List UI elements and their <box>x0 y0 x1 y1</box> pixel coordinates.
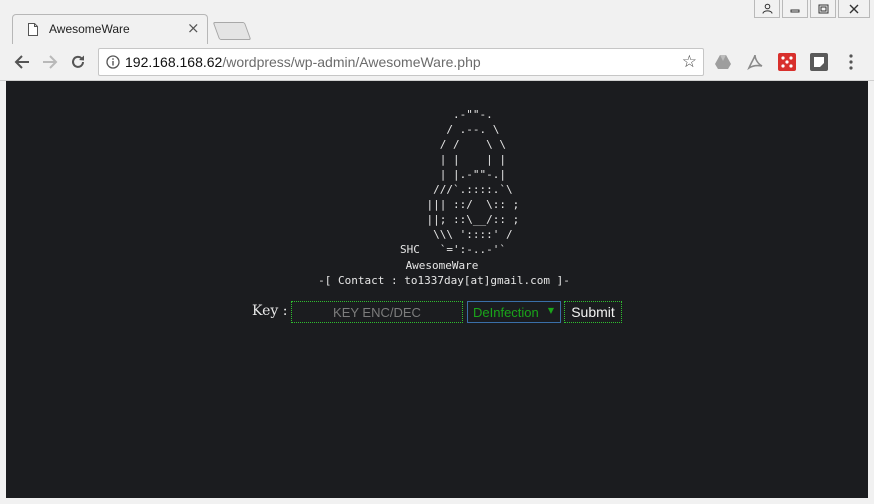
browser-titlebar: AwesomeWare × <box>0 0 874 44</box>
browser-tab[interactable]: AwesomeWare × <box>12 14 208 44</box>
key-label: Key : <box>252 303 288 319</box>
user-icon[interactable] <box>754 0 780 18</box>
close-icon[interactable]: × <box>187 19 200 37</box>
forward-arrow-icon[interactable] <box>40 52 60 72</box>
page-icon <box>28 23 38 36</box>
chevron-down-icon: ▼ <box>547 306 554 315</box>
star-icon[interactable]: ☆ <box>682 52 697 72</box>
info-icon[interactable] <box>106 55 120 69</box>
page-content: .-""-. / .--. \ / / \ \ | | | | | |.-""-… <box>6 81 868 498</box>
browser-toolbar: 192.168.168.62/wordpress/wp-admin/Awesom… <box>0 44 874 81</box>
note-extension-icon[interactable] <box>810 53 828 71</box>
pdf-extension-icon[interactable] <box>746 53 764 71</box>
submit-button[interactable]: Submit <box>564 301 622 323</box>
new-tab-button[interactable] <box>212 22 252 40</box>
minimize-icon[interactable] <box>782 0 808 18</box>
close-window-icon[interactable] <box>838 0 870 18</box>
tab-title: AwesomeWare <box>49 22 130 36</box>
brand-title: AwesomeWare <box>405 259 479 272</box>
contact-line: -[ Contact : to1337day[at]gmail.com ]- <box>318 274 570 287</box>
mode-selected-value: DeInfection <box>473 305 539 320</box>
mode-select[interactable]: DeInfection ▼ <box>467 301 561 323</box>
url-path: /wordpress/wp-admin/AwesomeWare.php <box>222 54 481 70</box>
dice-extension-icon[interactable] <box>778 53 796 71</box>
window-frame-bottom <box>0 498 874 504</box>
url-text[interactable]: 192.168.168.62/wordpress/wp-admin/Awesom… <box>125 54 481 70</box>
window-controls <box>752 0 870 18</box>
drive-extension-icon[interactable] <box>714 53 732 71</box>
reload-icon[interactable] <box>68 52 88 72</box>
back-arrow-icon[interactable] <box>12 52 32 72</box>
window-frame-right <box>868 81 874 504</box>
url-host: 192.168.168.62 <box>125 54 223 70</box>
key-input[interactable] <box>291 301 463 323</box>
address-bar[interactable]: 192.168.168.62/wordpress/wp-admin/Awesom… <box>98 48 704 76</box>
maximize-icon[interactable] <box>810 0 836 18</box>
padlock-ascii-art: .-""-. / .--. \ / / \ \ | | | | | |.-""-… <box>400 108 520 256</box>
more-vertical-icon[interactable] <box>846 53 856 71</box>
